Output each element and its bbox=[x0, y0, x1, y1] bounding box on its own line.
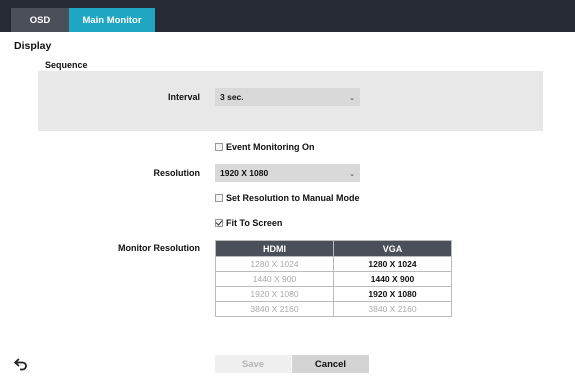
tab-main-monitor[interactable]: Main Monitor bbox=[69, 8, 155, 32]
tab-osd[interactable]: OSD bbox=[11, 8, 69, 32]
checkbox-icon bbox=[215, 143, 223, 151]
chevron-down-icon: ⌄ bbox=[349, 95, 355, 102]
manual-mode-label: Set Resolution to Manual Mode bbox=[226, 193, 360, 203]
resolution-label: Resolution bbox=[153, 168, 201, 178]
monitor-resolution-label: Monitor Resolution bbox=[118, 243, 200, 253]
table-row: 3840 X 2160 3840 X 2160 bbox=[215, 301, 452, 317]
interval-select[interactable]: 3 sec. ⌄ bbox=[215, 88, 360, 106]
monitor-resolution-table: HDMI VGA 1280 X 1024 1280 X 1024 1440 X … bbox=[215, 240, 452, 317]
table-row: 1440 X 900 1440 X 900 bbox=[215, 271, 452, 287]
event-monitoring-checkbox[interactable]: Event Monitoring On bbox=[215, 142, 315, 152]
resolution-value: 1920 X 1080 bbox=[220, 168, 269, 178]
vga-option[interactable]: 1280 X 1024 bbox=[333, 256, 452, 272]
hdmi-option: 1920 X 1080 bbox=[215, 286, 334, 302]
interval-value: 3 sec. bbox=[220, 92, 244, 102]
fit-to-screen-label: Fit To Screen bbox=[226, 218, 283, 228]
back-arrow-icon bbox=[14, 358, 27, 371]
tab-bar: OSD Main Monitor bbox=[0, 0, 575, 32]
sequence-section-label: Sequence bbox=[45, 60, 88, 70]
vga-option[interactable]: 1440 X 900 bbox=[333, 271, 452, 287]
page-title: Display bbox=[14, 40, 52, 52]
fit-to-screen-checkbox[interactable]: Fit To Screen bbox=[215, 218, 282, 228]
event-monitoring-label: Event Monitoring On bbox=[226, 142, 315, 152]
column-header-vga: VGA bbox=[333, 240, 452, 257]
table-row: 1280 X 1024 1280 X 1024 bbox=[215, 256, 452, 272]
chevron-down-icon: ⌄ bbox=[349, 171, 355, 178]
hdmi-option: 3840 X 2160 bbox=[215, 301, 334, 317]
hdmi-option: 1440 X 900 bbox=[215, 271, 334, 287]
interval-label: Interval bbox=[167, 92, 200, 102]
resolution-select[interactable]: 1920 X 1080 ⌄ bbox=[215, 164, 360, 182]
vga-option: 3840 X 2160 bbox=[333, 301, 452, 317]
vga-option[interactable]: 1920 X 1080 bbox=[333, 286, 452, 302]
checkmark-icon bbox=[215, 219, 223, 227]
column-header-hdmi: HDMI bbox=[215, 240, 334, 257]
manual-mode-checkbox[interactable]: Set Resolution to Manual Mode bbox=[215, 193, 360, 203]
cancel-button[interactable]: Cancel bbox=[292, 355, 369, 373]
hdmi-option: 1280 X 1024 bbox=[215, 256, 334, 272]
save-button[interactable]: Save bbox=[215, 355, 291, 373]
back-button[interactable] bbox=[12, 357, 30, 372]
table-row: 1920 X 1080 1920 X 1080 bbox=[215, 286, 452, 302]
checkbox-icon bbox=[215, 194, 223, 202]
